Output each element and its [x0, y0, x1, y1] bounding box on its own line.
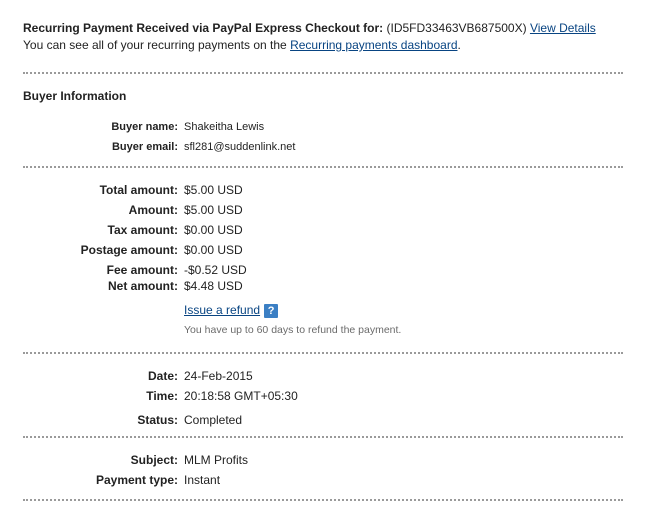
- tax-amount-value: $0.00 USD: [184, 223, 243, 237]
- total-amount-row: Total amount: $5.00 USD: [0, 181, 655, 199]
- header-title: Recurring Payment Received via PayPal Ex…: [23, 21, 384, 35]
- amount-value: $5.00 USD: [184, 203, 243, 217]
- date-row: Date: 24-Feb-2015: [0, 367, 655, 385]
- buyer-name-row: Buyer name: Shakeitha Lewis: [0, 118, 655, 136]
- postage-amount-value: $0.00 USD: [184, 243, 243, 257]
- time-row: Time: 20:18:58 GMT+05:30: [0, 387, 655, 405]
- time-label: Time:: [146, 389, 178, 403]
- subject-value: MLM Profits: [184, 453, 249, 467]
- recurring-dashboard-link[interactable]: Recurring payments dashboard: [290, 38, 457, 52]
- status-label: Status:: [137, 413, 178, 427]
- payment-type-value: Instant: [184, 473, 221, 487]
- date-value: 24-Feb-2015: [184, 369, 253, 383]
- header-line-2: You can see all of your recurring paymen…: [23, 37, 643, 54]
- subject-label: Subject:: [130, 453, 178, 467]
- payment-type-row: Payment type: Instant: [0, 471, 655, 489]
- refund-note: You have up to 60 days to refund the pay…: [184, 324, 402, 336]
- buyer-email-value: sfl281@suddenlink.net: [184, 141, 296, 153]
- divider: [23, 352, 623, 354]
- divider: [23, 166, 623, 168]
- amount-label: Amount:: [128, 203, 178, 217]
- header-line-1: Recurring Payment Received via PayPal Ex…: [23, 20, 643, 37]
- subject-row: Subject: MLM Profits: [0, 451, 655, 469]
- status-row: Status: Completed: [0, 411, 655, 429]
- divider: [23, 436, 623, 438]
- buyer-email-label: Buyer email:: [111, 141, 178, 153]
- refund-action: Issue a refund?: [184, 302, 279, 318]
- divider: [23, 72, 623, 74]
- view-details-link[interactable]: View Details: [530, 21, 596, 35]
- buyer-name-label: Buyer name:: [111, 121, 178, 133]
- net-amount-value: $4.48 USD: [184, 279, 243, 293]
- divider: [23, 499, 623, 501]
- net-amount-label: Net amount:: [108, 279, 178, 293]
- buyer-section-title: Buyer Information: [23, 89, 127, 103]
- buyer-name-value: Shakeitha Lewis: [184, 121, 265, 133]
- tax-amount-row: Tax amount: $0.00 USD: [0, 221, 655, 239]
- help-icon[interactable]: ?: [264, 303, 279, 318]
- time-value: 20:18:58 GMT+05:30: [184, 389, 298, 403]
- postage-amount-row: Postage amount: $0.00 USD: [0, 241, 655, 259]
- status-value: Completed: [184, 413, 243, 427]
- dashboard-suffix: .: [457, 38, 461, 52]
- total-amount-value: $5.00 USD: [184, 183, 243, 197]
- postage-amount-label: Postage amount:: [80, 243, 178, 257]
- date-label: Date:: [147, 369, 178, 383]
- buyer-email-row: Buyer email: sfl281@suddenlink.net: [0, 138, 655, 156]
- tax-amount-label: Tax amount:: [107, 223, 178, 237]
- profile-id: (ID5FD33463VB687500X): [386, 21, 527, 35]
- amount-row: Amount: $5.00 USD: [0, 201, 655, 219]
- notification-header: Recurring Payment Received via PayPal Ex…: [23, 20, 643, 54]
- total-amount-label: Total amount:: [99, 183, 178, 197]
- issue-refund-link[interactable]: Issue a refund: [184, 303, 260, 317]
- payment-type-label: Payment type:: [95, 473, 178, 487]
- net-amount-row: Net amount: $4.48 USD: [0, 277, 655, 295]
- dashboard-prefix: You can see all of your recurring paymen…: [23, 38, 287, 52]
